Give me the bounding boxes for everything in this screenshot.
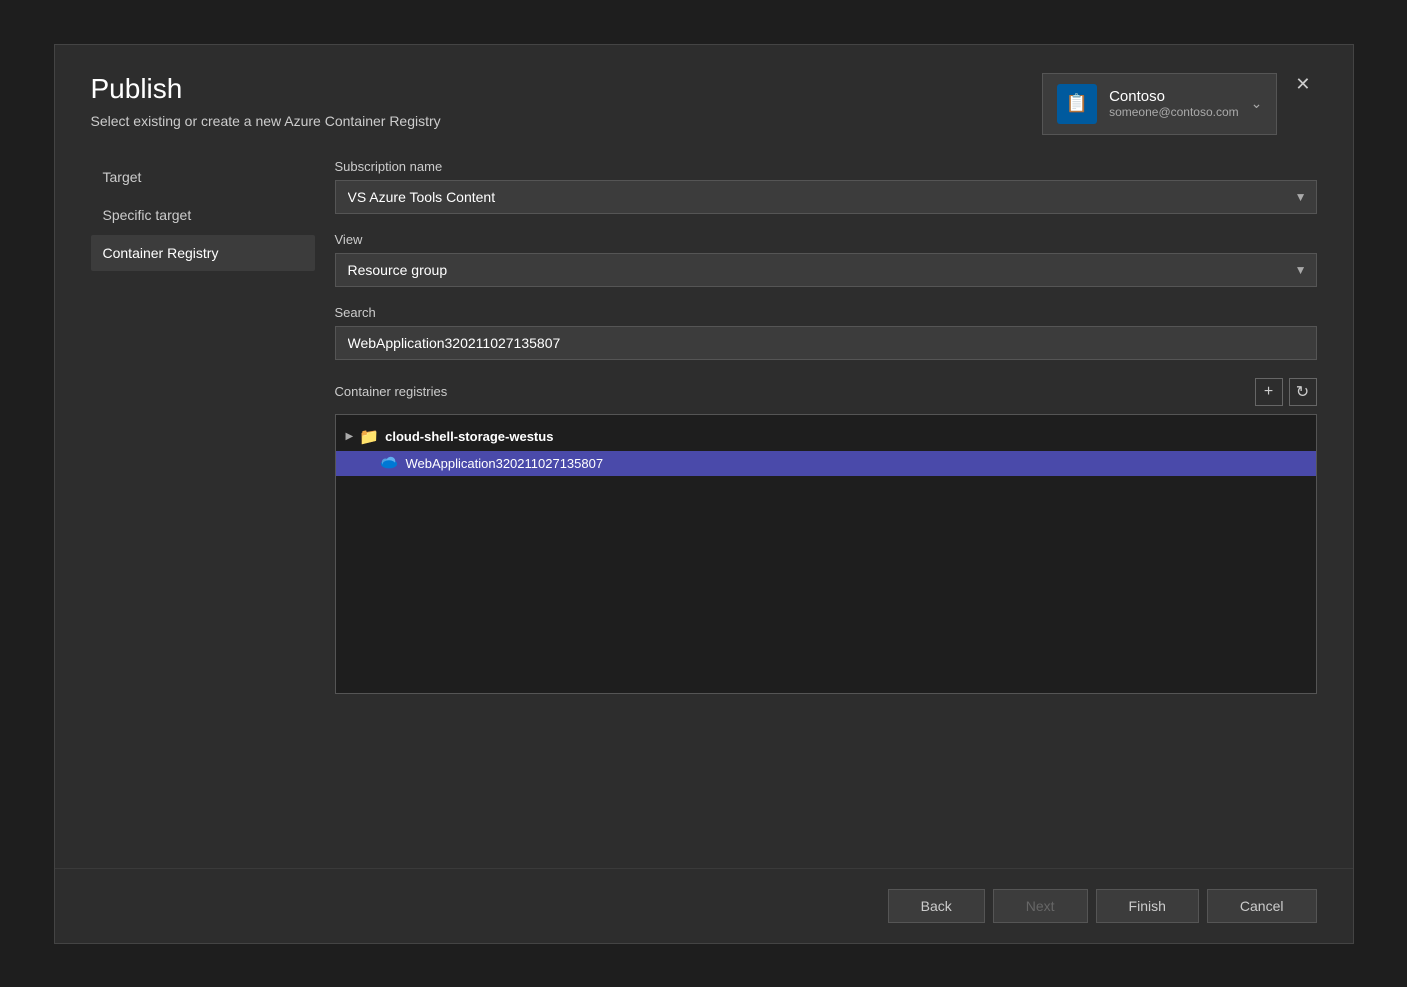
sidebar-item-target[interactable]: Target [91, 159, 315, 195]
subscription-field-group: Subscription name VS Azure Tools Content… [335, 159, 1317, 214]
sidebar: Target Specific target Container Registr… [55, 159, 315, 868]
view-field-group: View Resource group ▼ [335, 232, 1317, 287]
sidebar-item-label: Specific target [103, 207, 192, 223]
registries-header: Container registries + ↻ [335, 378, 1317, 406]
subscription-label: Subscription name [335, 159, 1317, 174]
dialog-title: Publish [91, 73, 441, 105]
dialog-footer: Back Next Finish Cancel [55, 868, 1353, 943]
cancel-button[interactable]: Cancel [1207, 889, 1317, 923]
finish-button[interactable]: Finish [1096, 889, 1199, 923]
account-icon: 📋 [1057, 84, 1097, 124]
plus-icon: + [1264, 383, 1273, 401]
search-input[interactable] [335, 326, 1317, 360]
view-select[interactable]: Resource group [335, 253, 1317, 287]
sidebar-item-label: Target [103, 169, 142, 185]
back-button[interactable]: Back [888, 889, 985, 923]
subscription-select[interactable]: VS Azure Tools Content [335, 180, 1317, 214]
refresh-icon: ↻ [1296, 382, 1309, 402]
close-button[interactable]: ✕ [1289, 73, 1316, 95]
tree-group-cloud-shell[interactable]: ▶ 📁 cloud-shell-storage-westus [336, 423, 1316, 451]
next-button[interactable]: Next [993, 889, 1088, 923]
title-area: Publish Select existing or create a new … [91, 73, 441, 129]
tree-group-name: cloud-shell-storage-westus [385, 429, 553, 444]
chevron-down-icon: ⌄ [1251, 95, 1263, 112]
tree-item-webapp[interactable]: WebApplication320211027135807 [336, 451, 1316, 476]
search-field-group: Search [335, 305, 1317, 360]
sidebar-item-label: Container Registry [103, 245, 219, 261]
tree-item-label: WebApplication320211027135807 [406, 456, 604, 471]
main-content: Subscription name VS Azure Tools Content… [315, 159, 1353, 868]
tree-container: ▶ 📁 cloud-shell-storage-westus WebApplic… [335, 414, 1317, 694]
registries-actions: + ↻ [1255, 378, 1317, 406]
search-label: Search [335, 305, 1317, 320]
sidebar-item-container-registry[interactable]: Container Registry [91, 235, 315, 271]
dialog-body: Target Specific target Container Registr… [55, 135, 1353, 868]
sidebar-item-specific-target[interactable]: Specific target [91, 197, 315, 233]
view-label: View [335, 232, 1317, 247]
add-registry-button[interactable]: + [1255, 378, 1283, 406]
dialog-subtitle: Select existing or create a new Azure Co… [91, 113, 441, 129]
subscription-select-wrapper: VS Azure Tools Content ▼ [335, 180, 1317, 214]
account-name: Contoso [1109, 88, 1239, 105]
dialog-header: Publish Select existing or create a new … [55, 45, 1353, 135]
folder-icon: 📁 [359, 427, 379, 447]
account-panel[interactable]: 📋 Contoso someone@contoso.com ⌄ [1042, 73, 1277, 135]
view-select-wrapper: Resource group ▼ [335, 253, 1317, 287]
account-info: Contoso someone@contoso.com [1109, 88, 1239, 119]
cloud-icon [380, 456, 398, 470]
registries-label: Container registries [335, 384, 448, 399]
chevron-right-icon: ▶ [346, 431, 354, 442]
publish-dialog: Publish Select existing or create a new … [54, 44, 1354, 944]
account-email: someone@contoso.com [1109, 105, 1239, 119]
refresh-button[interactable]: ↻ [1289, 378, 1317, 406]
